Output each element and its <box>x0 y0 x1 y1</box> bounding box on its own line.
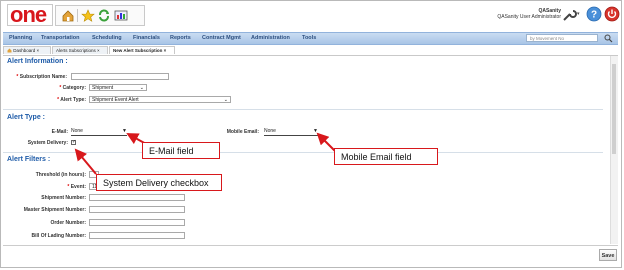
subscription-name-field[interactable] <box>71 73 169 80</box>
alert-type-label: * Alert Type: <box>57 97 86 103</box>
master-shipment-number-field[interactable] <box>89 206 185 213</box>
alert-type-title: Alert Type : <box>7 114 45 121</box>
mobile-email-select[interactable]: None ▼ <box>264 128 318 136</box>
alert-type-select[interactable]: Shipment Event Alert ⌄ <box>89 96 231 103</box>
category-select[interactable]: Shipment ⌄ <box>89 84 147 91</box>
tab-dashboard[interactable]: Dashboard × <box>3 46 51 54</box>
event-label: * Event: <box>67 184 86 190</box>
power-logout-icon[interactable] <box>604 6 620 22</box>
nav-scheduling[interactable]: Scheduling <box>92 35 122 41</box>
close-icon[interactable]: × <box>164 48 167 53</box>
tab-label: Alerts Subscriptions <box>56 48 96 53</box>
nav-contract-mgmt[interactable]: Contract Mgmt <box>202 35 241 41</box>
close-icon[interactable]: × <box>97 48 100 53</box>
help-icon[interactable]: ? <box>586 6 602 22</box>
home-icon <box>7 48 12 53</box>
logo-text: one <box>10 2 47 27</box>
vertical-scrollbar[interactable] <box>610 56 618 244</box>
shipment-number-field[interactable] <box>89 194 185 201</box>
chevron-down-icon: ⌄ <box>139 85 144 91</box>
refresh-icon[interactable] <box>97 9 111 22</box>
system-delivery-checkbox[interactable]: ✓ <box>71 140 76 145</box>
mobile-email-callout: Mobile Email field <box>334 148 438 165</box>
home-icon[interactable] <box>61 9 75 22</box>
nav-administration[interactable]: Administration <box>251 35 290 41</box>
order-number-field[interactable] <box>89 219 185 226</box>
nav-planning[interactable]: Planning <box>9 35 32 41</box>
tab-strip: Dashboard × Alerts Subscriptions × New A… <box>3 46 618 56</box>
main-nav: Planning Transportation Scheduling Finan… <box>3 32 618 45</box>
search-input[interactable]: by Movement No <box>526 34 598 42</box>
bill-of-lading-label: Bill Of Lading Number: <box>31 233 86 239</box>
svg-text:?: ? <box>591 10 597 21</box>
form-content: Alert Information : * Subscription Name:… <box>3 56 609 244</box>
save-button[interactable]: Save <box>599 249 617 261</box>
system-delivery-label: System Delivery: <box>27 140 68 146</box>
alert-filters-title: Alert Filters : <box>7 156 51 163</box>
logo[interactable]: one <box>7 2 53 27</box>
nav-transportation[interactable]: Transportation <box>41 35 80 41</box>
form-actions-bar: Save <box>3 245 618 265</box>
master-shipment-number-label: Master Shipment Number: <box>23 207 86 213</box>
chevron-down-icon[interactable]: ▾ <box>577 11 580 17</box>
subscription-name-label: * Subscription Name: <box>16 74 67 80</box>
nav-reports[interactable]: Reports <box>170 35 191 41</box>
search-icon[interactable] <box>604 34 613 43</box>
search-placeholder: by Movement No <box>530 36 565 41</box>
user-info: QASanity QASanity User Administrator <box>497 8 561 20</box>
tools-wrench-icon[interactable] <box>561 7 577 23</box>
email-callout: E-Mail field <box>142 142 220 159</box>
email-label: E-Mail: <box>51 129 68 135</box>
tab-new-alert-subscription[interactable]: New Alert Subscription × <box>109 46 175 54</box>
tab-alerts-subscriptions[interactable]: Alerts Subscriptions × <box>52 46 108 54</box>
email-select[interactable]: None ▼ <box>71 128 127 136</box>
mobile-email-label: Mobile Email: <box>226 129 259 135</box>
top-bar: one QASanity QASanity User Administrator… <box>1 1 621 29</box>
chevron-down-icon: ⌄ <box>223 97 228 103</box>
threshold-label: Threshold (in hours): <box>35 172 86 178</box>
alert-information-title: Alert Information : <box>7 58 68 65</box>
category-label: * Category: <box>59 85 86 91</box>
chevron-down-icon: ▼ <box>122 128 127 134</box>
nav-tools[interactable]: Tools <box>302 35 316 41</box>
tab-label: Dashboard <box>13 48 36 53</box>
header-tools: ▾ ? <box>559 5 620 25</box>
system-delivery-callout: System Delivery checkbox <box>96 174 222 191</box>
section-divider <box>3 109 603 110</box>
section-divider <box>3 152 603 153</box>
nav-financials[interactable]: Financials <box>133 35 160 41</box>
shipment-number-label: Shipment Number: <box>41 195 86 201</box>
favorites-star-icon[interactable] <box>81 9 95 22</box>
close-icon[interactable]: × <box>37 48 40 53</box>
scrollbar-thumb[interactable] <box>612 64 616 154</box>
quick-icon-bar <box>55 5 145 26</box>
user-role: QASanity User Administrator <box>497 14 561 20</box>
chevron-down-icon: ▼ <box>313 128 318 134</box>
order-number-label: Order Number: <box>50 220 86 226</box>
icon-separator <box>77 9 78 22</box>
bill-of-lading-field[interactable] <box>89 232 185 239</box>
tab-label: New Alert Subscription <box>113 48 163 53</box>
report-icon[interactable] <box>114 9 128 22</box>
